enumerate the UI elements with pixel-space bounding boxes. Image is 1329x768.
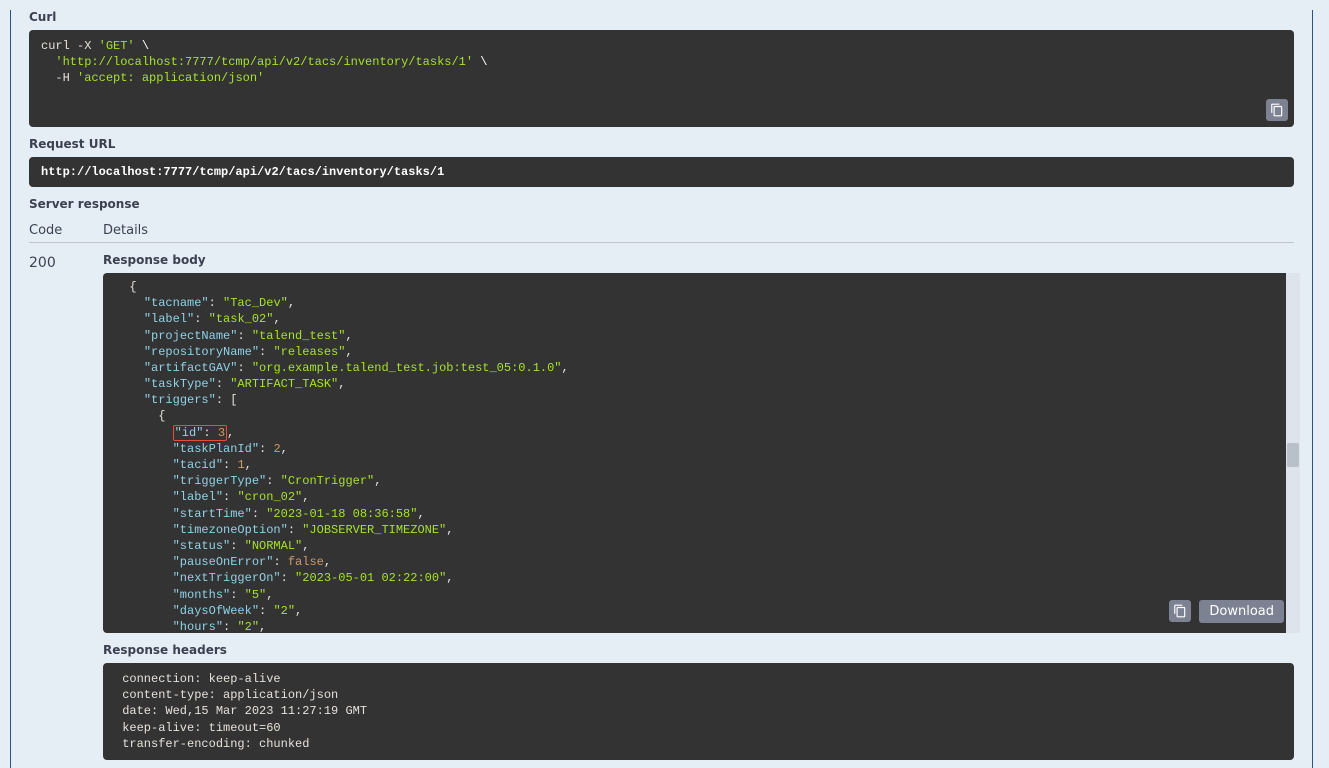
details-column: Response body { "tacname": "Tac_Dev", "l… — [103, 253, 1294, 760]
request-url-block: http://localhost:7777/tcmp/api/v2/tacs/i… — [29, 157, 1294, 187]
response-headers-label: Response headers — [103, 643, 1294, 657]
response-table-header: Code Details — [29, 223, 1294, 243]
curl-flag-x: -X — [77, 39, 91, 53]
clipboard-icon — [1270, 103, 1284, 117]
curl-block: curl -X 'GET' \ 'http://localhost:7777/t… — [29, 30, 1294, 127]
curl-slash2: \ — [480, 55, 487, 69]
col-details-header: Details — [103, 223, 148, 238]
curl-slash1: \ — [142, 39, 149, 53]
response-body-label: Response body — [103, 253, 1294, 267]
response-body-scroll-thumb[interactable] — [1287, 443, 1299, 467]
clipboard-icon — [1173, 604, 1187, 618]
curl-url: 'http://localhost:7777/tcmp/api/v2/tacs/… — [55, 55, 473, 69]
curl-method: 'GET' — [99, 39, 135, 53]
response-body-block[interactable]: { "tacname": "Tac_Dev", "label": "task_0… — [103, 273, 1294, 633]
status-code: 200 — [29, 253, 103, 760]
curl-label: Curl — [29, 10, 1294, 24]
curl-flag-h: -H — [55, 71, 69, 85]
request-url-label: Request URL — [29, 137, 1294, 151]
curl-cmd: curl — [41, 39, 70, 53]
col-code-header: Code — [29, 223, 103, 238]
swagger-response-panel: Curl curl -X 'GET' \ 'http://localhost:7… — [10, 10, 1313, 768]
curl-header: 'accept: application/json' — [77, 71, 264, 85]
response-row: 200 Response body { "tacname": "Tac_Dev"… — [29, 253, 1294, 760]
copy-curl-button[interactable] — [1266, 99, 1288, 121]
response-headers-block: connection: keep-alive content-type: app… — [103, 663, 1294, 760]
download-button[interactable]: Download — [1199, 600, 1284, 623]
server-response-label: Server response — [29, 197, 1294, 211]
copy-body-button[interactable] — [1169, 600, 1191, 622]
response-body-scrollbar[interactable] — [1286, 273, 1300, 633]
